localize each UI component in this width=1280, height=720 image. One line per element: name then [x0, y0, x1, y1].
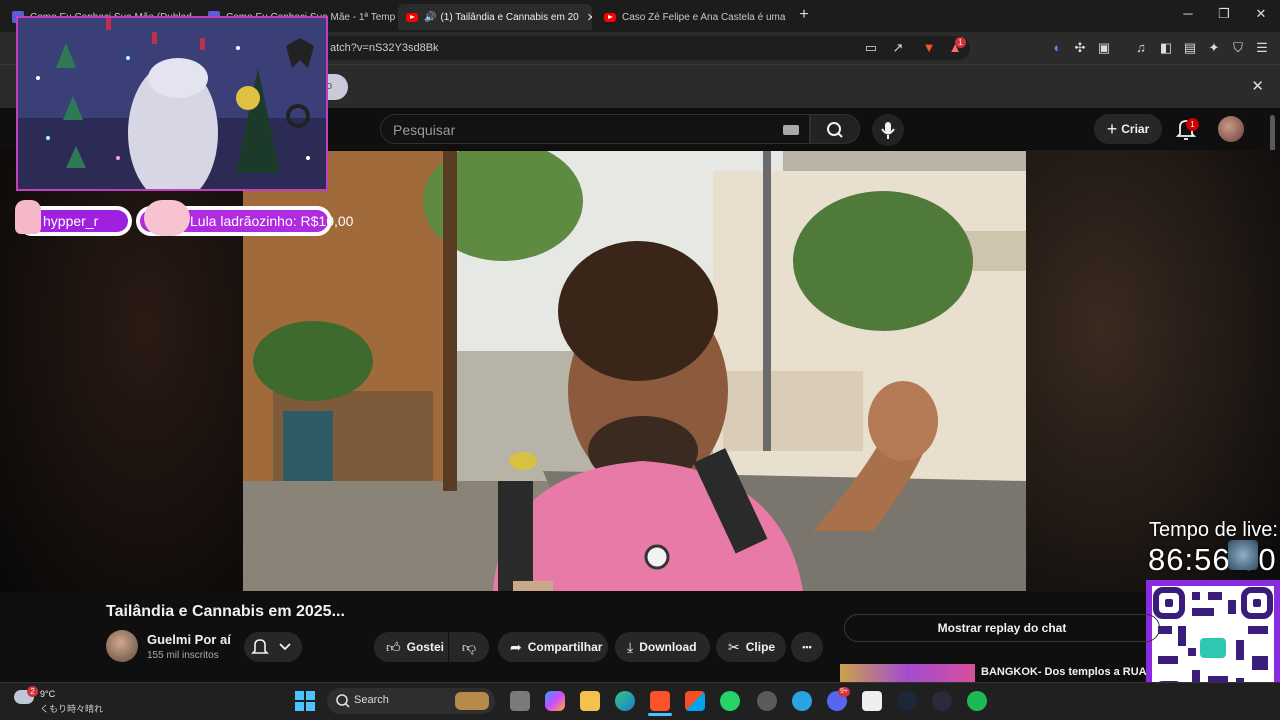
share-label: Compartilhar: [527, 640, 603, 654]
task-view-icon[interactable]: [510, 691, 530, 711]
notice-close-icon[interactable]: ✕: [1251, 77, 1264, 95]
windows-taskbar: [0, 682, 1280, 720]
scissors-icon: ✂: [728, 638, 740, 655]
weather-temperature[interactable]: 9°C: [40, 689, 55, 699]
show-chat-replay-button[interactable]: Mostrar replay do chat: [844, 614, 1160, 642]
tab-4[interactable]: Caso Zé Felipe e Ana Castela é uma: [596, 4, 792, 30]
share-button[interactable]: ➦ Compartilhar: [498, 632, 608, 662]
download-icon: ⤓: [627, 638, 634, 655]
mini-avatar: [1228, 540, 1258, 570]
windows-logo-icon: [295, 691, 315, 711]
bell-icon: [251, 639, 291, 654]
steam-icon[interactable]: [897, 691, 917, 711]
voice-search-button[interactable]: [872, 114, 904, 146]
live-time-label: Tempo de live:: [1149, 519, 1278, 541]
weather-badge: 2: [27, 686, 38, 697]
capcut-icon[interactable]: [862, 691, 882, 711]
more-actions-button[interactable]: •••: [791, 632, 823, 662]
download-label: Download: [639, 640, 697, 654]
create-button[interactable]: + Criar: [1094, 114, 1162, 144]
thumbs-down-icon: 👎︎: [461, 638, 477, 655]
dislike-button[interactable]: 👎︎: [449, 632, 489, 662]
windows-start-button[interactable]: [295, 691, 315, 711]
chrome-icon[interactable]: [757, 691, 777, 711]
like-label: Gostei: [406, 640, 444, 654]
notification-badge: 1: [1186, 118, 1199, 131]
music-icon[interactable]: ♫: [1132, 40, 1150, 55]
discord-badge: 9+: [838, 687, 850, 697]
tab-search-icon[interactable]: ▣: [1095, 40, 1113, 56]
telegram-icon[interactable]: [792, 691, 812, 711]
speaker-icon: 🔊: [424, 11, 437, 23]
youtube-icon: [406, 12, 418, 22]
cake-icon: [15, 200, 41, 234]
restore-button[interactable]: ❐: [1214, 6, 1234, 22]
extension-badge: 1: [955, 37, 966, 48]
subscription-bell-button[interactable]: [244, 632, 302, 662]
thumbs-up-icon: 👍︎: [386, 638, 401, 655]
street-scene: [243, 151, 1026, 591]
sidebar-icon[interactable]: ◧: [1157, 40, 1175, 56]
webcam-scene: [18, 18, 326, 189]
leo-ai-icon[interactable]: ✦: [1205, 40, 1223, 56]
share-icon[interactable]: ↗: [889, 40, 907, 56]
chat-user-pill: hypper_r: [15, 200, 132, 236]
related-video-title[interactable]: BANGKOK- Dos templos a RUA: [981, 666, 1147, 678]
related-video-thumbnail[interactable]: [840, 664, 975, 684]
new-tab-button[interactable]: +: [794, 6, 814, 24]
search-button[interactable]: [810, 114, 860, 144]
search-icon: [827, 122, 843, 138]
whatsapp-icon[interactable]: [720, 691, 740, 711]
channel-subscribers: 155 mil inscritos: [147, 650, 219, 661]
search-input[interactable]: Pesquisar: [380, 114, 810, 144]
share-arrow-icon: ➦: [510, 638, 522, 655]
video-frame[interactable]: [243, 151, 1026, 591]
wallet-icon[interactable]: ▤: [1181, 40, 1199, 56]
audio-icon[interactable]: ◖: [1047, 40, 1065, 55]
minimize-button[interactable]: ─: [1178, 6, 1198, 21]
taskbar-search[interactable]: [327, 688, 495, 714]
url-text: atch?v=nS32Y3sd8Bk: [330, 42, 439, 54]
create-label: Criar: [1121, 122, 1150, 136]
close-window-button[interactable]: ✕: [1251, 6, 1271, 22]
file-explorer-icon[interactable]: [580, 691, 600, 711]
microphone-icon: [881, 122, 895, 139]
download-button[interactable]: ⤓ Download: [615, 632, 710, 662]
microsoft-store-icon[interactable]: [685, 691, 705, 711]
spotify-icon[interactable]: [967, 691, 987, 711]
copilot-icon[interactable]: [545, 691, 565, 711]
video-title: Tailândia e Cannabis em 2025...: [106, 603, 345, 620]
user-avatar[interactable]: [1218, 116, 1244, 142]
search-placeholder: Pesquisar: [393, 122, 456, 138]
brave-shield-icon[interactable]: ▼: [920, 40, 938, 55]
vpn-icon[interactable]: ⛉: [1229, 40, 1247, 56]
tab-title: (1) Tailândia e Cannabis em 20: [440, 11, 579, 23]
tab-title: Caso Zé Felipe e Ana Castela é uma: [622, 11, 786, 23]
channel-avatar[interactable]: [106, 630, 138, 662]
youtube-icon: [604, 12, 616, 22]
clip-label: Clipe: [745, 640, 776, 654]
channel-name[interactable]: Guelmi Por aí: [147, 632, 231, 647]
search-icon: [336, 694, 350, 708]
like-button[interactable]: 👍︎ Gostei: [374, 632, 448, 662]
menu-icon[interactable]: ☰: [1253, 40, 1271, 56]
search-highlight-icon: [455, 692, 489, 710]
chat-message-pill: Lula ladrãozinho: R$10,00: [136, 200, 353, 236]
clip-button[interactable]: ✂ Clipe: [716, 632, 786, 662]
active-app-indicator: [648, 713, 672, 716]
weather-description[interactable]: くもり時々晴れ: [40, 702, 103, 715]
webcam-overlay: [16, 16, 328, 191]
extensions-icon[interactable]: ✣: [1071, 40, 1089, 56]
tab-close-icon[interactable]: ✕: [587, 11, 592, 24]
brave-icon[interactable]: [650, 691, 670, 711]
plus-icon: +: [1106, 118, 1118, 139]
cast-icon[interactable]: ▭: [862, 40, 880, 56]
obs-icon[interactable]: [932, 691, 952, 711]
cake-icon: [144, 200, 190, 236]
keyboard-icon[interactable]: [783, 125, 799, 135]
tab-3-active[interactable]: 🔊 (1) Tailândia e Cannabis em 20 ✕: [398, 4, 592, 30]
edge-icon[interactable]: [615, 691, 635, 711]
taskbar-search-label: Search: [354, 694, 389, 706]
